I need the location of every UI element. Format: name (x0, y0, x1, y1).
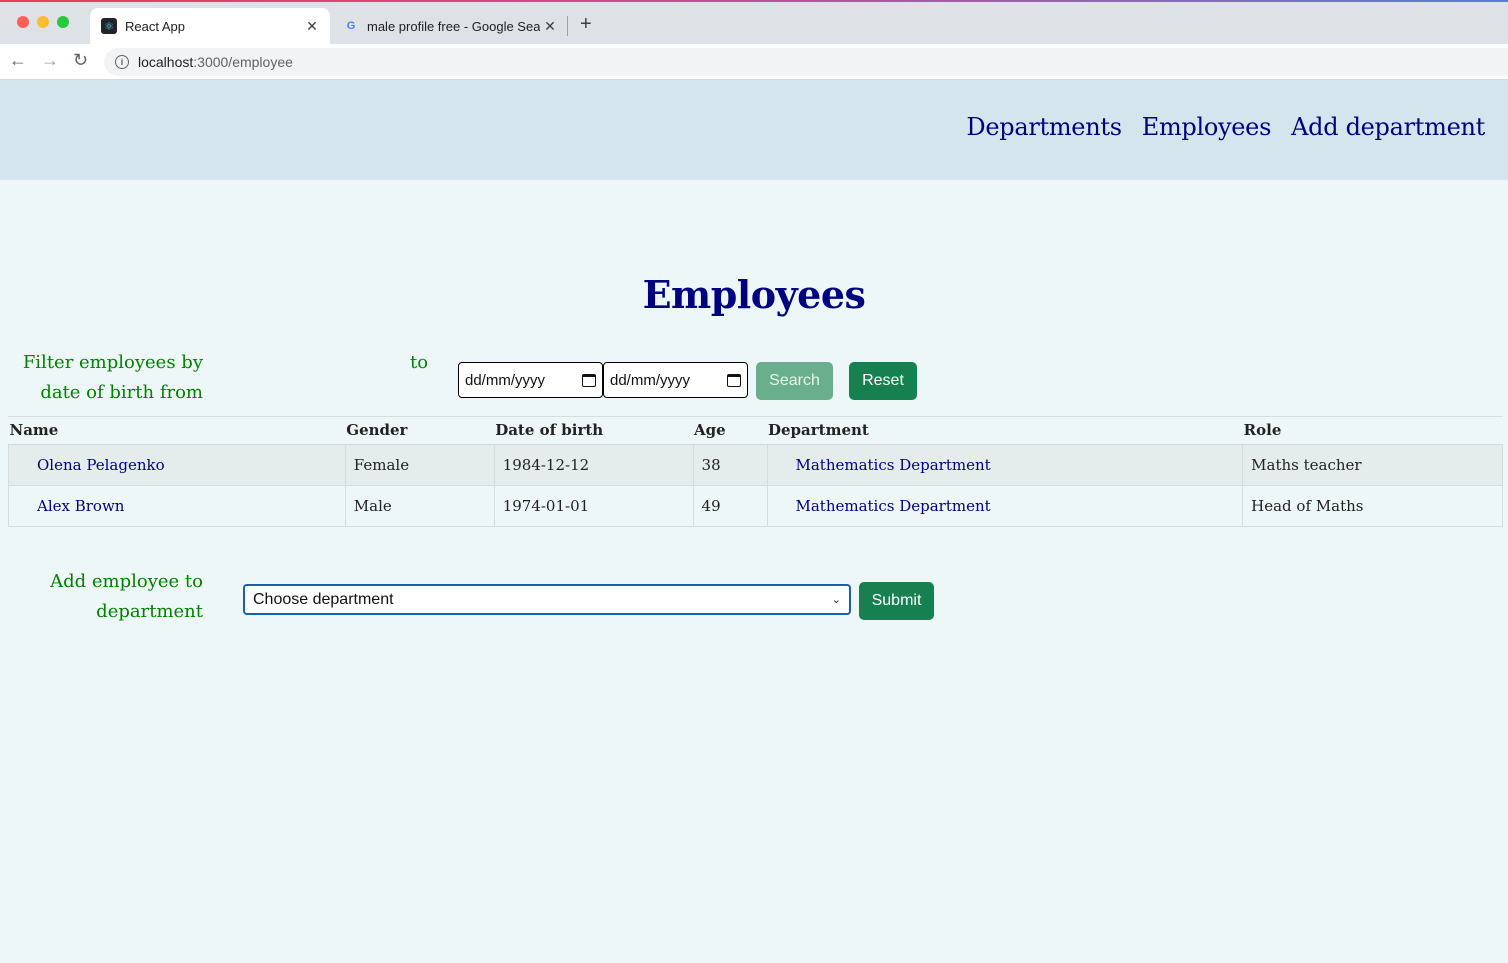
department-select[interactable]: Choose department ⌄ (243, 584, 851, 615)
cell-name: Olena Pelagenko (8, 443, 346, 486)
tab-title: React App (125, 18, 185, 34)
reload-icon[interactable]: ↻ (73, 50, 88, 71)
table-row: Olena Pelagenko Female 1984-12-12 38 Mat… (8, 443, 1503, 486)
cell-age: 38 (692, 443, 768, 486)
page-title: Employees (642, 272, 866, 317)
window-close-button[interactable] (17, 16, 29, 28)
nav-link-departments[interactable]: Departments (966, 113, 1122, 141)
search-button[interactable]: Search (756, 362, 833, 400)
column-header-dob: Date of birth (495, 421, 604, 440)
date-from-placeholder: dd/mm/yyyy (465, 371, 546, 389)
cell-role: Head of Maths (1242, 484, 1503, 527)
filter-to-label: to (410, 352, 429, 373)
table-row: Alex Brown Male 1974-01-01 49 Mathematic… (8, 484, 1503, 527)
employees-table-wrapper: Name Gender Date of birth Age Department… (8, 416, 1503, 527)
column-header-age: Age (694, 421, 726, 440)
main-nav: Departments Employees Add department (966, 113, 1485, 141)
nav-link-employees[interactable]: Employees (1142, 113, 1272, 141)
add-employee-label: Add employee to department (50, 571, 203, 622)
nav-link-add-department[interactable]: Add department (1291, 113, 1485, 141)
cell-gender: Female (344, 443, 495, 486)
chevron-down-icon: ⌄ (831, 594, 841, 606)
browser-tab-bar: ⚛ React App ✕ G male profile free - Goog… (0, 0, 1508, 44)
cell-role: Maths teacher (1242, 443, 1503, 486)
browser-toolbar: ← → ↻ i localhost:3000/employee (0, 44, 1508, 80)
tab-bar-accent-line (0, 0, 1508, 2)
tab-close-icon[interactable]: ✕ (540, 18, 560, 35)
submit-button[interactable]: Submit (859, 582, 934, 620)
department-link[interactable]: Mathematics Department (796, 456, 991, 474)
cell-department: Mathematics Department (766, 443, 1244, 486)
calendar-icon[interactable] (582, 373, 596, 387)
cell-name: Alex Brown (8, 484, 346, 527)
tab-google-search[interactable]: G male profile free - Google Search ✕ (332, 8, 568, 44)
back-arrow-icon[interactable]: ← (9, 50, 27, 71)
cell-dob: 1974-01-01 (493, 484, 694, 527)
tab-react-app[interactable]: ⚛ React App ✕ (90, 8, 330, 44)
cell-age: 49 (692, 484, 768, 527)
column-header-role: Role (1243, 421, 1282, 440)
filter-label: Filter employees by date of birth from (22, 352, 203, 403)
cell-dob: 1984-12-12 (493, 443, 694, 486)
url-path: :3000/employee (193, 54, 293, 70)
cell-gender: Male (344, 484, 495, 527)
date-to-placeholder: dd/mm/yyyy (610, 371, 691, 389)
employee-link[interactable]: Olena Pelagenko (37, 456, 165, 474)
tab-close-icon[interactable]: ✕ (302, 18, 322, 35)
google-icon: G (346, 20, 356, 32)
date-to-input[interactable]: dd/mm/yyyy (603, 362, 748, 398)
url-text: localhost:3000/employee (138, 54, 293, 70)
department-select-value: Choose department (253, 590, 394, 608)
employees-table: Name Gender Date of birth Age Department… (8, 417, 1503, 527)
reset-button[interactable]: Reset (849, 362, 917, 400)
cell-department: Mathematics Department (766, 484, 1244, 527)
department-link[interactable]: Mathematics Department (796, 497, 991, 515)
app-header: Departments Employees Add department (0, 80, 1508, 180)
forward-arrow-icon[interactable]: → (41, 50, 59, 71)
calendar-icon[interactable] (727, 373, 741, 387)
column-header-department: Department (768, 421, 869, 440)
window-minimize-button[interactable] (37, 16, 49, 28)
employee-link[interactable]: Alex Brown (37, 497, 124, 515)
address-bar[interactable]: i localhost:3000/employee (104, 48, 1508, 76)
column-header-name: Name (9, 421, 59, 440)
tab-title: male profile free - Google Search (367, 18, 540, 34)
window-maximize-button[interactable] (57, 16, 69, 28)
info-icon[interactable]: i (115, 55, 129, 69)
react-icon: ⚛ (101, 18, 117, 34)
new-tab-plus-icon[interactable]: + (580, 13, 592, 36)
date-from-input[interactable]: dd/mm/yyyy (458, 362, 603, 398)
tab-separator (567, 16, 568, 36)
column-header-gender: Gender (346, 421, 408, 440)
table-header-row: Name Gender Date of birth Age Department… (9, 417, 1503, 444)
url-host: localhost (138, 54, 194, 70)
